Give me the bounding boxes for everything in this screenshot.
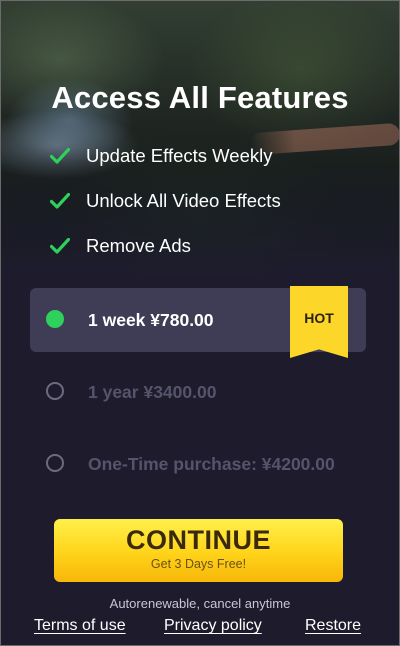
check-icon bbox=[50, 146, 72, 166]
plan-label: 1 week ¥780.00 bbox=[88, 310, 214, 330]
plan-label: 1 year ¥3400.00 bbox=[88, 382, 217, 402]
continue-button[interactable]: CONTINUE Get 3 Days Free! bbox=[54, 519, 343, 582]
feature-label: Remove Ads bbox=[86, 234, 191, 256]
feature-label: Unlock All Video Effects bbox=[86, 189, 281, 211]
continue-button-label: CONTINUE bbox=[126, 525, 271, 555]
feature-item: Unlock All Video Effects bbox=[50, 178, 281, 223]
check-icon bbox=[50, 191, 72, 211]
radio-selected-icon[interactable] bbox=[46, 310, 64, 328]
feature-label: Update Effects Weekly bbox=[86, 144, 273, 166]
hot-badge: HOT bbox=[290, 286, 348, 358]
feature-item: Update Effects Weekly bbox=[50, 133, 281, 178]
autorenew-note: Autorenewable, cancel anytime bbox=[109, 596, 291, 611]
privacy-link[interactable]: Privacy policy bbox=[164, 617, 262, 635]
check-icon bbox=[50, 236, 72, 256]
restore-link[interactable]: Restore bbox=[305, 617, 361, 635]
radio-unselected-icon[interactable] bbox=[46, 454, 64, 472]
terms-link[interactable]: Terms of use bbox=[34, 617, 126, 635]
page-title: Access All Features bbox=[51, 80, 349, 115]
plan-label: One-Time purchase: ¥4200.00 bbox=[88, 454, 335, 474]
feature-list: Update Effects Weekly Unlock All Video E… bbox=[50, 133, 281, 268]
plan-option-weekly[interactable]: 1 week ¥780.00 HOT bbox=[30, 286, 366, 358]
footer-links: Terms of use Privacy policy Restore bbox=[0, 617, 400, 639]
feature-item: Remove Ads bbox=[50, 223, 281, 268]
plan-option-yearly[interactable]: 1 year ¥3400.00 bbox=[30, 360, 366, 424]
continue-button-sublabel: Get 3 Days Free! bbox=[150, 557, 247, 571]
radio-unselected-icon[interactable] bbox=[46, 382, 64, 400]
plan-option-one-time[interactable]: One-Time purchase: ¥4200.00 bbox=[30, 432, 366, 496]
